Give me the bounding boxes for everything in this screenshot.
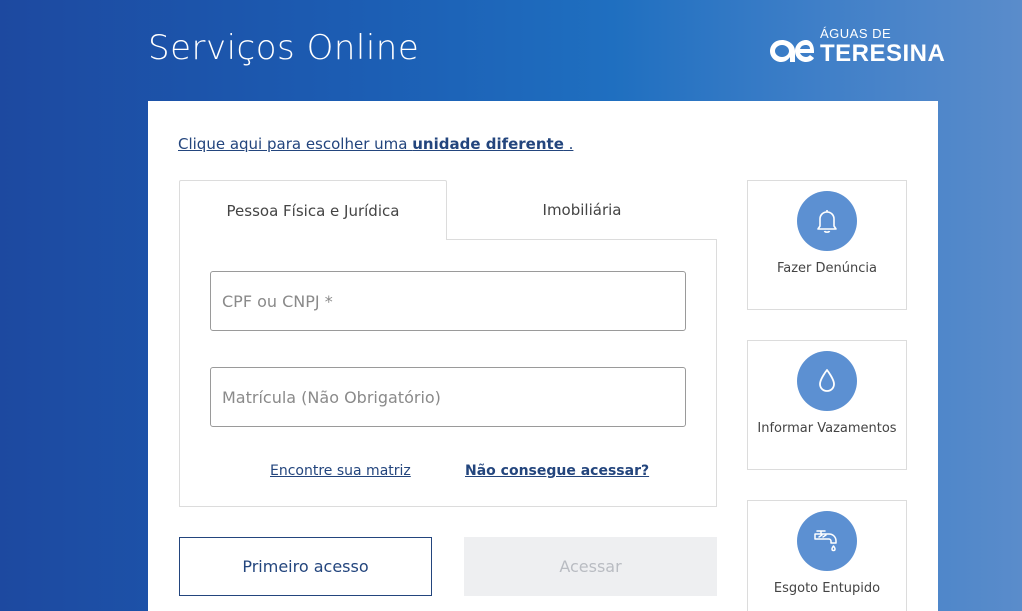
cpf-cnpj-input[interactable]: [210, 271, 686, 331]
logo-main-text: TERESINA: [820, 40, 946, 67]
service-label: Esgoto Entupido: [773, 581, 881, 596]
service-icon-circle: [797, 511, 857, 571]
first-access-button[interactable]: Primeiro acesso: [179, 537, 432, 596]
choose-unit-link[interactable]: Clique aqui para escolher uma unidade di…: [178, 135, 573, 153]
bell-icon: [817, 210, 837, 233]
tab-panel-joint: [180, 238, 446, 241]
service-label: Informar Vazamentos: [757, 421, 897, 436]
tab-pessoa-fisica-juridica[interactable]: Pessoa Física e Jurídica: [179, 180, 447, 240]
login-card: Clique aqui para escolher uma unidade di…: [148, 101, 938, 611]
page-title: Serviços Online: [148, 28, 420, 68]
cant-access-link[interactable]: Não consegue acessar?: [465, 463, 649, 479]
find-matriz-link[interactable]: Encontre sua matriz: [270, 463, 411, 479]
service-fazer-denuncia[interactable]: Fazer Denúncia: [747, 180, 907, 310]
tab-imobiliaria[interactable]: Imobiliária: [447, 180, 717, 240]
service-icon-circle: [797, 351, 857, 411]
login-button[interactable]: Acessar: [464, 537, 717, 596]
logo-top-text: ÁGUAS DE: [820, 26, 892, 41]
ae-logo-icon: [770, 40, 814, 62]
service-icon-circle: [797, 191, 857, 251]
service-informar-vazamentos[interactable]: Informar Vazamentos: [747, 340, 907, 470]
brand-logo: ÁGUAS DE TERESINA: [768, 26, 946, 70]
faucet-icon: [814, 530, 837, 552]
service-label: Fazer Denúncia: [776, 261, 877, 276]
water-drop-icon: [819, 369, 835, 392]
service-esgoto-entupido[interactable]: Esgoto Entupido: [747, 500, 907, 611]
login-form-panel: Encontre sua matriz Não consegue acessar…: [179, 239, 717, 507]
matricula-input[interactable]: [210, 367, 686, 427]
